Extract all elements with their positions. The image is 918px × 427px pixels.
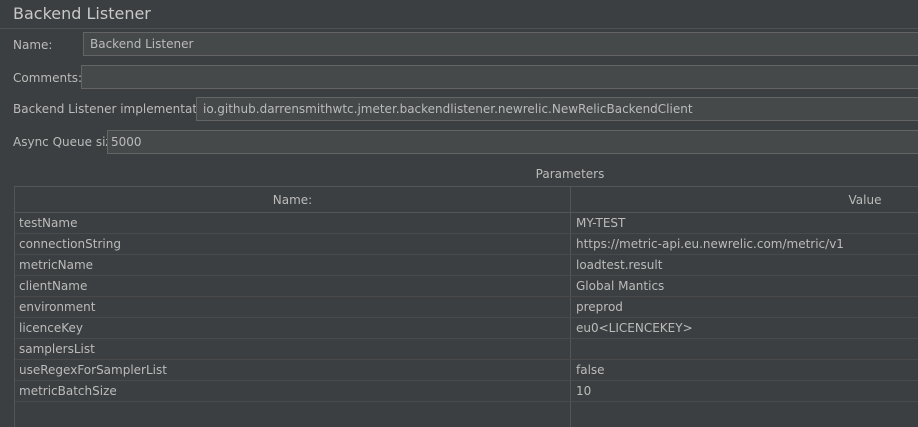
param-name-cell[interactable]: metricBatchSize [19, 381, 117, 401]
table-rows: testName MY-TEST connectionString https:… [15, 213, 918, 402]
panel-title: Backend Listener [13, 4, 151, 23]
column-header-name[interactable]: Name: [15, 187, 570, 212]
comments-label: Comments: [13, 71, 83, 85]
table-row[interactable]: connectionString https://metric-api.eu.n… [15, 234, 918, 255]
param-value-cell[interactable]: https://metric-api.eu.newrelic.com/metri… [576, 234, 844, 254]
param-name-cell[interactable]: useRegexForSamplerList [19, 360, 167, 380]
table-row[interactable]: testName MY-TEST [15, 213, 918, 234]
table-row[interactable]: licenceKey eu0<LICENCEKEY> [15, 318, 918, 339]
param-value-cell[interactable]: eu0<LICENCEKEY> [576, 318, 693, 338]
param-name-cell[interactable]: connectionString [19, 234, 121, 254]
name-label: Name: [13, 38, 53, 52]
param-name-cell[interactable]: samplersList [19, 339, 95, 359]
param-value-cell[interactable]: Global Mantics [576, 276, 664, 296]
param-value-cell[interactable]: MY-TEST [576, 213, 625, 233]
table-header: Name: Value [15, 187, 918, 213]
param-value-cell[interactable]: loadtest.result [576, 255, 662, 275]
param-name-cell[interactable]: environment [19, 297, 95, 317]
column-header-value[interactable]: Value [571, 187, 918, 212]
title-divider [0, 28, 918, 29]
table-row[interactable]: samplersList [15, 339, 918, 360]
param-name-cell[interactable]: metricName [19, 255, 93, 275]
param-name-cell[interactable]: clientName [19, 276, 87, 296]
table-row[interactable]: environment preprod [15, 297, 918, 318]
queue-size-field[interactable]: 5000 [107, 130, 918, 154]
param-value-cell[interactable]: preprod [576, 297, 623, 317]
param-name-cell[interactable]: testName [19, 213, 77, 233]
table-row[interactable]: metricName loadtest.result [15, 255, 918, 276]
name-field[interactable]: Backend Listener [83, 32, 918, 56]
impl-label: Backend Listener implementation [13, 102, 216, 116]
table-row[interactable]: clientName Global Mantics [15, 276, 918, 297]
param-name-cell[interactable]: licenceKey [19, 318, 83, 338]
impl-field[interactable]: io.github.darrensmithwtc.jmeter.backendl… [196, 97, 918, 121]
param-value-cell[interactable]: false [576, 360, 605, 380]
comments-field[interactable] [81, 65, 918, 89]
table-row[interactable]: useRegexForSamplerList false [15, 360, 918, 381]
parameters-table: Name: Value testName MY-TEST connectionS… [14, 186, 918, 427]
parameters-title: Parameters [535, 167, 605, 181]
table-row[interactable]: metricBatchSize 10 [15, 381, 918, 402]
queue-size-label: Async Queue size [13, 135, 120, 149]
param-value-cell[interactable]: 10 [576, 381, 591, 401]
